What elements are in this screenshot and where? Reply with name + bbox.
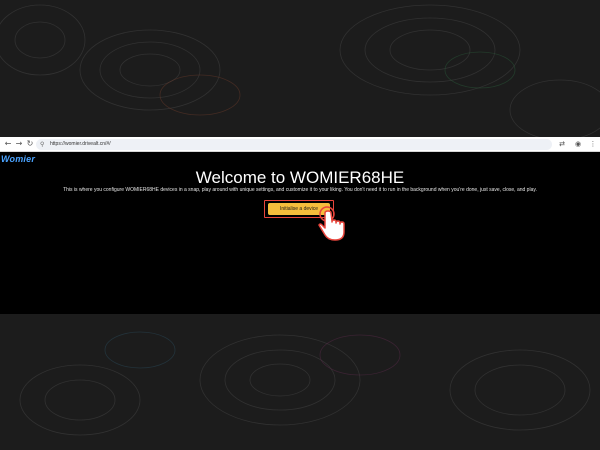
url-text: https://womier.drivealt.cn/#/ — [50, 141, 111, 147]
site-info-icon[interactable]: ⚲ — [40, 140, 44, 149]
pointing-hand-icon — [318, 206, 345, 241]
app-viewport: Womier Welcome to WOMIER68HE This is whe… — [0, 152, 600, 314]
page-title: Welcome to WOMIER68HE — [195, 168, 405, 187]
reload-icon[interactable]: ↻ — [25, 139, 35, 149]
kebab-menu-icon[interactable]: ⋮ — [588, 139, 598, 149]
browser-toolbar: ← → ↻ ⚲ https://womier.drivealt.cn/#/ ⇄ … — [0, 137, 600, 152]
profile-icon[interactable]: ◉ — [573, 139, 583, 149]
address-bar[interactable]: ⚲ https://womier.drivealt.cn/#/ — [36, 139, 552, 150]
arrow-right-icon[interactable]: → — [14, 139, 24, 149]
translate-icon[interactable]: ⇄ — [557, 139, 567, 149]
page-subtitle: This is where you configure WOMIER68HE d… — [63, 187, 537, 193]
arrow-left-icon[interactable]: ← — [3, 139, 13, 149]
womier-logo[interactable]: Womier — [1, 154, 35, 164]
